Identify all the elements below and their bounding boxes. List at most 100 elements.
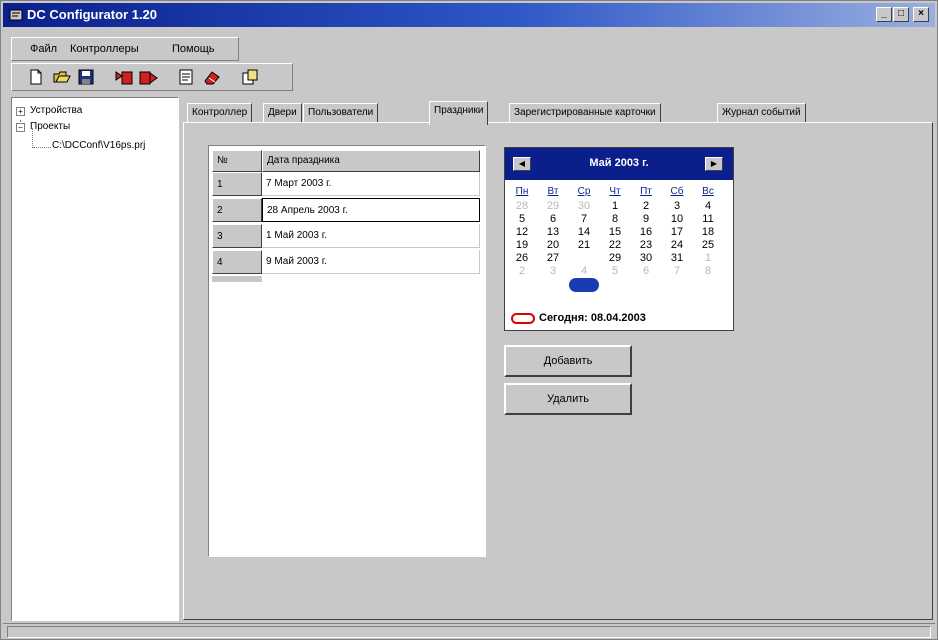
project-tree[interactable]: + Устройства − Проекты C:\DCConf\V16ps.p… xyxy=(11,97,179,621)
calendar-day[interactable]: 20 xyxy=(540,239,566,251)
calendar-day[interactable]: 1 xyxy=(695,252,721,264)
weekday-header: Пн xyxy=(515,186,529,197)
tab-doors[interactable]: Двери xyxy=(263,103,302,123)
selected-day-highlight xyxy=(569,278,599,292)
menu-file[interactable]: Файл xyxy=(30,43,57,55)
holidays-table[interactable]: № Дата праздника 1 7 Март 2003 г. 2 28 А… xyxy=(208,145,486,557)
calendar-day[interactable]: 6 xyxy=(633,265,659,277)
calendar-day[interactable]: 29 xyxy=(602,252,628,264)
calendar-month-title[interactable]: Май 2003 г. xyxy=(505,157,733,169)
collapse-icon[interactable]: − xyxy=(16,123,25,132)
status-panel xyxy=(7,626,931,638)
close-button[interactable]: × xyxy=(913,7,929,22)
calendar-day[interactable]: 16 xyxy=(633,226,659,238)
today-circle-icon xyxy=(511,312,535,324)
tab-event-log[interactable]: Журнал событий xyxy=(717,103,806,123)
calendar-day[interactable]: 28 xyxy=(571,252,597,264)
calendar-day[interactable]: 10 xyxy=(664,213,690,225)
calendar-day[interactable]: 11 xyxy=(695,213,721,225)
row-number[interactable]: 2 xyxy=(212,198,262,222)
app-icon xyxy=(9,8,23,22)
calendar-day[interactable]: 21 xyxy=(571,239,597,251)
calendar-day[interactable]: 23 xyxy=(633,239,659,251)
calendar-day[interactable]: 7 xyxy=(571,213,597,225)
add-button[interactable]: Добавить xyxy=(504,345,632,377)
calendar-day[interactable]: 17 xyxy=(664,226,690,238)
calendar-day[interactable]: 27 xyxy=(540,252,566,264)
table-cell-date[interactable]: 28 Апрель 2003 г. xyxy=(262,198,480,222)
weekday-header: Чт xyxy=(609,186,621,197)
calendar-day[interactable]: 9 xyxy=(633,213,659,225)
maximize-button[interactable]: □ xyxy=(893,7,909,22)
row-number[interactable]: 1 xyxy=(212,172,262,196)
grid-fixed-column-end xyxy=(212,276,262,282)
app-window: DC Configurator 1.20 _ □ × Файл Контролл… xyxy=(0,0,938,640)
write-controller-icon[interactable] xyxy=(138,68,158,86)
tree-item-project-file[interactable]: C:\DCConf\V16ps.prj xyxy=(52,140,145,154)
calendar-day[interactable]: 22 xyxy=(602,239,628,251)
calendar-header: ◀ Май 2003 г. ▶ xyxy=(505,148,733,180)
calendar-day[interactable]: 24 xyxy=(664,239,690,251)
table-cell-date[interactable]: 9 Май 2003 г. xyxy=(262,250,480,274)
calendar-day[interactable]: 5 xyxy=(602,265,628,277)
weekday-header: Вс xyxy=(702,186,714,197)
open-icon[interactable] xyxy=(52,68,72,86)
calendar-day[interactable]: 12 xyxy=(509,226,535,238)
table-cell-date[interactable]: 7 Март 2003 г. xyxy=(262,172,480,196)
calendar-today[interactable]: Сегодня: 08.04.2003 xyxy=(511,312,646,324)
calendar-day[interactable]: 8 xyxy=(602,213,628,225)
calendar-day[interactable]: 29 xyxy=(540,200,566,212)
calendar-day[interactable]: 3 xyxy=(664,200,690,212)
calendar-day[interactable]: 19 xyxy=(509,239,535,251)
tab-registered-cards[interactable]: Зарегистрированные карточки xyxy=(509,103,661,123)
calendar-day[interactable]: 28 xyxy=(509,200,535,212)
column-header-date[interactable]: Дата праздника xyxy=(262,150,480,172)
toolbar xyxy=(11,63,293,91)
tab-controller[interactable]: Контроллер xyxy=(187,103,253,123)
calendar-day[interactable]: 7 xyxy=(664,265,690,277)
calendar-day[interactable]: 2 xyxy=(509,265,535,277)
row-number[interactable]: 4 xyxy=(212,250,262,274)
calendar-day[interactable]: 4 xyxy=(695,200,721,212)
calendar-day[interactable]: 8 xyxy=(695,265,721,277)
erase-icon[interactable] xyxy=(202,68,222,86)
weekday-header: Ср xyxy=(577,186,591,197)
calendar-day[interactable]: 18 xyxy=(695,226,721,238)
calendar-day[interactable]: 14 xyxy=(571,226,597,238)
calendar-day[interactable]: 3 xyxy=(540,265,566,277)
calendar-day[interactable]: 15 xyxy=(602,226,628,238)
minimize-button[interactable]: _ xyxy=(876,7,892,22)
read-controller-icon[interactable] xyxy=(114,68,134,86)
calendar-day[interactable]: 1 xyxy=(602,200,628,212)
tab-holidays[interactable]: Праздники xyxy=(429,101,489,125)
tree-item-label: Устройства xyxy=(30,105,83,116)
table-cell-date[interactable]: 1 Май 2003 г. xyxy=(262,224,480,248)
calendar-day[interactable]: 6 xyxy=(540,213,566,225)
next-month-button[interactable]: ▶ xyxy=(705,157,723,171)
calendar-day[interactable]: 31 xyxy=(664,252,690,264)
calendar-day[interactable]: 26 xyxy=(509,252,535,264)
calendar-day[interactable]: 25 xyxy=(695,239,721,251)
expand-icon[interactable]: + xyxy=(16,107,25,116)
row-number[interactable]: 3 xyxy=(212,224,262,248)
tab-users[interactable]: Пользователи xyxy=(303,103,379,123)
save-icon[interactable] xyxy=(76,68,96,86)
delete-button[interactable]: Удалить xyxy=(504,383,632,415)
calendar-day[interactable]: 13 xyxy=(540,226,566,238)
tab-strip: Контроллер Двери Пользователи Праздники … xyxy=(183,101,933,125)
calendar-day[interactable]: 2 xyxy=(633,200,659,212)
calendar-day[interactable]: 4 xyxy=(571,265,597,277)
title-bar[interactable]: DC Configurator 1.20 _ □ × xyxy=(3,3,935,27)
menu-controllers[interactable]: Контроллеры xyxy=(70,43,139,55)
weekday-header: Сб xyxy=(670,186,684,197)
month-calendar[interactable]: ◀ Май 2003 г. ▶ Пн Вт Ср Чт Пт Сб Вс 28 29 30 1 2 3… xyxy=(504,147,734,331)
calendar-day[interactable]: 30 xyxy=(571,200,597,212)
export-icon[interactable] xyxy=(240,68,260,86)
menu-help[interactable]: Помощь xyxy=(172,43,215,55)
calendar-day[interactable]: 30 xyxy=(633,252,659,264)
window-title: DC Configurator 1.20 xyxy=(27,7,158,22)
column-header-number[interactable]: № xyxy=(212,150,262,172)
calendar-day[interactable]: 5 xyxy=(509,213,535,225)
report-icon[interactable] xyxy=(176,68,196,86)
new-icon[interactable] xyxy=(26,68,46,86)
